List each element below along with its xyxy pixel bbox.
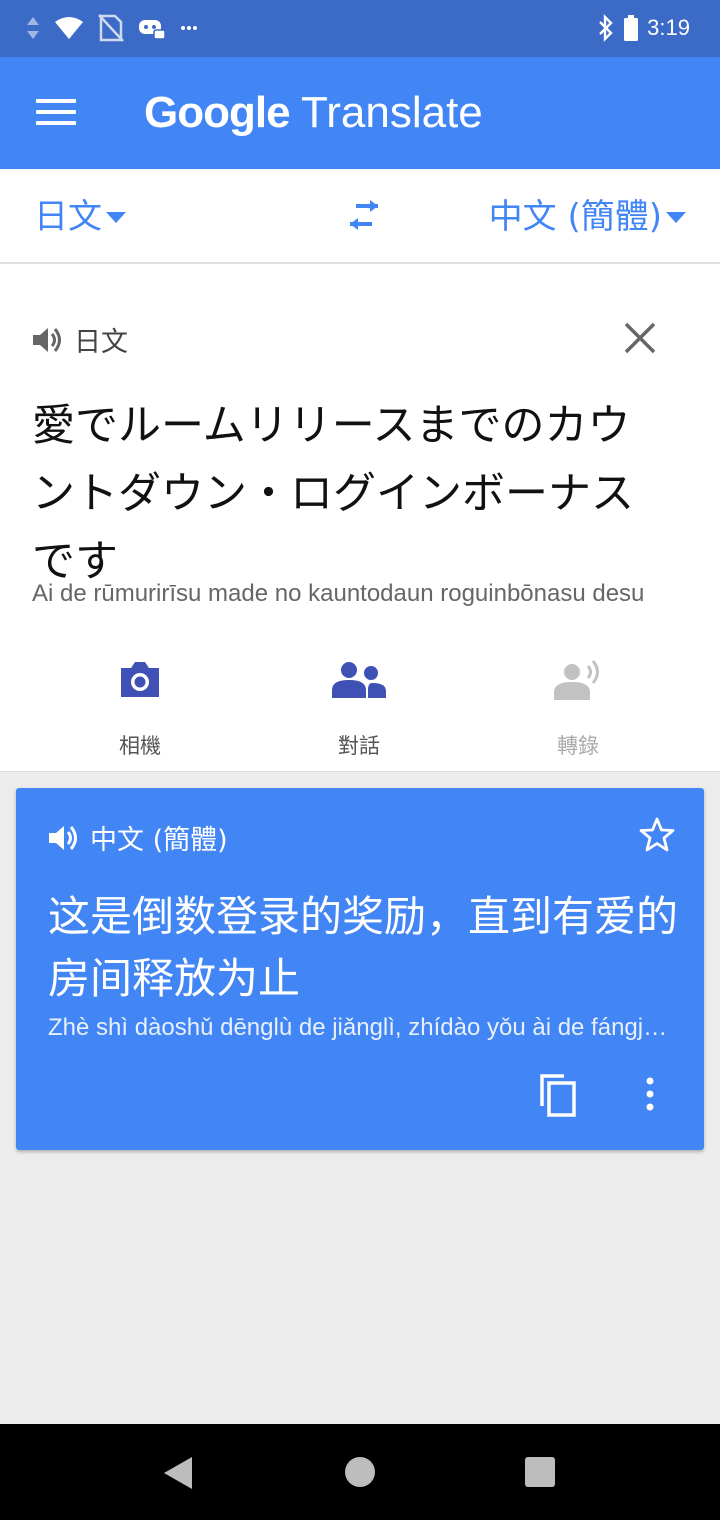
target-language-label: 中文 (簡體) xyxy=(488,197,662,237)
recents-icon[interactable] xyxy=(525,1457,555,1487)
status-bar: 3:19 xyxy=(0,0,720,57)
camera-label: 相機 xyxy=(119,734,161,758)
transcribe-icon xyxy=(554,660,599,700)
battery-icon xyxy=(624,15,639,41)
speaker-icon[interactable] xyxy=(48,823,80,853)
target-language-selector[interactable]: 中文 (簡體) xyxy=(489,195,686,239)
wifi-icon xyxy=(55,17,83,39)
source-label-row: 日文 xyxy=(32,320,128,359)
conversation-icon xyxy=(332,662,386,698)
clear-input-icon[interactable] xyxy=(622,320,658,356)
app-title: Google Translate xyxy=(144,85,483,141)
source-language-label: 日文 xyxy=(34,197,102,237)
translated-transliteration: Zhè shì dàoshǔ dēnglù de jiǎnglì, zhídào… xyxy=(48,1014,668,1041)
transcribe-button[interactable]: 轉錄 xyxy=(498,654,658,760)
input-tools: 相機 對話 轉錄 xyxy=(0,654,720,764)
source-text[interactable]: 愛でルームリリースまでのカウントダウン・ログインボーナスです xyxy=(32,392,672,596)
speaker-icon[interactable] xyxy=(32,325,64,355)
app-title-brand: Google xyxy=(144,88,291,137)
more-options-icon[interactable] xyxy=(642,1076,658,1112)
target-label-row: 中文 (簡體) xyxy=(48,818,228,857)
camera-icon xyxy=(121,662,159,697)
transcribe-label: 轉錄 xyxy=(557,734,599,758)
home-icon[interactable] xyxy=(345,1457,375,1487)
back-icon[interactable] xyxy=(162,1456,194,1490)
conversation-label: 對話 xyxy=(338,734,380,758)
language-bar: 日文 中文 (簡體) xyxy=(0,169,720,264)
conversation-button[interactable]: 對話 xyxy=(279,654,439,760)
more-notifications-icon xyxy=(181,26,197,30)
target-language-tag: 中文 (簡體) xyxy=(90,825,228,856)
input-panel: 日文 愛でルームリリースまでのカウントダウン・ログインボーナスです Ai de … xyxy=(0,264,720,772)
bluetooth-icon xyxy=(599,14,613,42)
clock: 3:19 xyxy=(647,15,690,40)
data-arrows-icon xyxy=(27,17,39,39)
target-dropdown-icon xyxy=(666,211,686,223)
source-language-tag: 日文 xyxy=(74,327,128,358)
app-title-product: Translate xyxy=(301,88,483,137)
swap-languages-icon[interactable] xyxy=(344,199,384,235)
star-icon[interactable] xyxy=(638,816,676,854)
copy-icon[interactable] xyxy=(538,1072,578,1118)
menu-icon[interactable] xyxy=(36,99,76,129)
source-language-selector[interactable]: 日文 xyxy=(34,195,126,239)
system-navigation-bar xyxy=(0,1424,720,1520)
camera-button[interactable]: 相機 xyxy=(60,654,220,760)
source-transliteration: Ai de rūmurirīsu made no kauntodaun rogu… xyxy=(32,580,645,607)
app-bar: Google Translate xyxy=(0,57,720,169)
source-dropdown-icon xyxy=(106,211,126,223)
translated-text: 这是倒数登录的奖励，直到有爱的房间释放为止 xyxy=(48,892,679,1003)
no-sim-icon xyxy=(98,14,124,42)
translation-card[interactable]: 中文 (簡體) 这是倒数登录的奖励，直到有爱的房间释放为止 Zhè shì dà… xyxy=(16,788,704,1150)
game-controller-icon xyxy=(139,20,166,40)
